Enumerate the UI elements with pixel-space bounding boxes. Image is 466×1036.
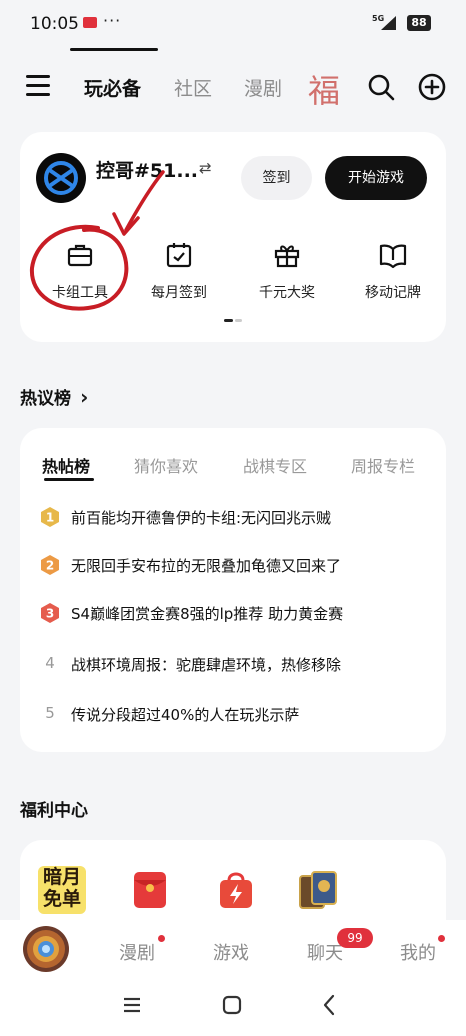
add-icon[interactable] <box>418 73 446 101</box>
tab-comics[interactable]: 漫剧 <box>244 74 282 101</box>
rank-number: 2 <box>46 559 54 573</box>
status-overflow-dots: ··· <box>103 11 122 30</box>
screen-record-icon <box>83 17 97 28</box>
top-nav: 玩必备 社区 漫剧 福 <box>0 60 466 116</box>
quick-action-label: 每月签到 <box>151 285 207 301</box>
rank-number: 1 <box>46 511 54 525</box>
hot-section-header[interactable]: 热议榜 › <box>20 384 88 409</box>
start-game-button[interactable]: 开始游戏 <box>325 156 427 200</box>
subtab-battlegrounds[interactable]: 战棋专区 <box>243 453 307 477</box>
welfare-darkmoon-line2: 免单 <box>42 888 81 910</box>
welfare-darkmoon-line1: 暗月 <box>42 866 81 888</box>
tab-wanbibei[interactable]: 玩必备 <box>84 74 141 101</box>
subtab-recommend[interactable]: 猜你喜欢 <box>134 453 198 477</box>
status-bar: 10:05 ··· 5G 88 <box>0 0 466 50</box>
annotation-arrow <box>112 170 165 236</box>
back-icon[interactable] <box>322 994 336 1016</box>
fu-tab-glyph[interactable]: 福 <box>308 66 340 112</box>
welfare-darkmoon-freebie[interactable]: 暗月 免单 <box>38 866 86 914</box>
pager-dot-active <box>224 319 233 322</box>
hot-item[interactable]: S4巅峰团赏金赛8强的lp推荐 助力黄金赛 <box>71 603 343 624</box>
gift-icon <box>274 245 300 268</box>
hearthstone-home-icon[interactable] <box>22 925 70 973</box>
welfare-title: 福利中心 <box>20 801 88 821</box>
nav-games[interactable]: 游戏 <box>213 939 249 965</box>
rank-number: 5 <box>45 704 55 722</box>
red-envelope-icon[interactable] <box>126 866 174 914</box>
rank-number: 3 <box>46 607 54 621</box>
search-icon[interactable] <box>367 73 395 101</box>
notification-dot <box>438 935 445 942</box>
tab-community[interactable]: 社区 <box>174 74 212 101</box>
card-pack-icon[interactable] <box>294 866 342 914</box>
chat-unread-badge: 99 <box>337 928 373 948</box>
signin-button[interactable]: 签到 <box>241 156 312 200</box>
pager-dot <box>235 319 242 322</box>
subtab-indicator <box>44 478 94 481</box>
chevron-right-icon: › <box>80 385 89 409</box>
recents-icon[interactable] <box>122 996 142 1014</box>
avatar[interactable] <box>36 153 86 203</box>
rank-badge-orange-icon: 2 <box>41 555 59 575</box>
quick-action-label: 千元大奖 <box>259 285 315 301</box>
book-icon <box>379 244 407 269</box>
rank-badge-gold-icon: 1 <box>41 507 59 527</box>
home-icon[interactable] <box>222 995 242 1015</box>
signal-icon <box>381 16 396 30</box>
nav-comics[interactable]: 漫剧 <box>119 939 155 965</box>
battery-icon: 88 <box>407 15 431 31</box>
rank-badge-red-icon: 3 <box>41 603 59 623</box>
hot-item[interactable]: 战棋环境周报：驼鹿肆虐环境，热修移除 <box>71 654 341 675</box>
quick-action-label: 移动记牌 <box>365 285 421 301</box>
calendar-check-icon <box>166 243 192 268</box>
avatar-emblem-icon <box>44 161 78 195</box>
menu-icon[interactable] <box>26 73 52 97</box>
hot-item[interactable]: 前百能均开德鲁伊的卡组:无闪回兆示贼 <box>71 507 331 528</box>
subtab-weekly[interactable]: 周报专栏 <box>351 453 415 477</box>
quick-action-monthly-signin[interactable]: 每月签到 <box>131 240 227 302</box>
active-tab-indicator <box>70 48 158 51</box>
status-time: 10:05 <box>30 14 79 34</box>
swap-account-icon[interactable]: ⇄ <box>199 159 215 177</box>
shopping-bag-icon[interactable] <box>212 866 260 914</box>
quick-action-prize[interactable]: 千元大奖 <box>239 240 335 302</box>
rank-number: 4 <box>45 654 55 672</box>
hot-item[interactable]: 传说分段超过40%的人在玩兆示萨 <box>71 704 299 725</box>
nav-profile[interactable]: 我的 <box>400 939 436 965</box>
subtab-hot-posts[interactable]: 热帖榜 <box>42 453 90 477</box>
notification-dot <box>158 935 165 942</box>
quick-action-card-tracker[interactable]: 移动记牌 <box>345 240 441 302</box>
hot-section-title: 热议榜 <box>20 389 71 409</box>
system-nav-bar <box>0 980 466 1036</box>
hot-item[interactable]: 无限回手安布拉的无限叠加龟德又回来了 <box>71 555 341 576</box>
